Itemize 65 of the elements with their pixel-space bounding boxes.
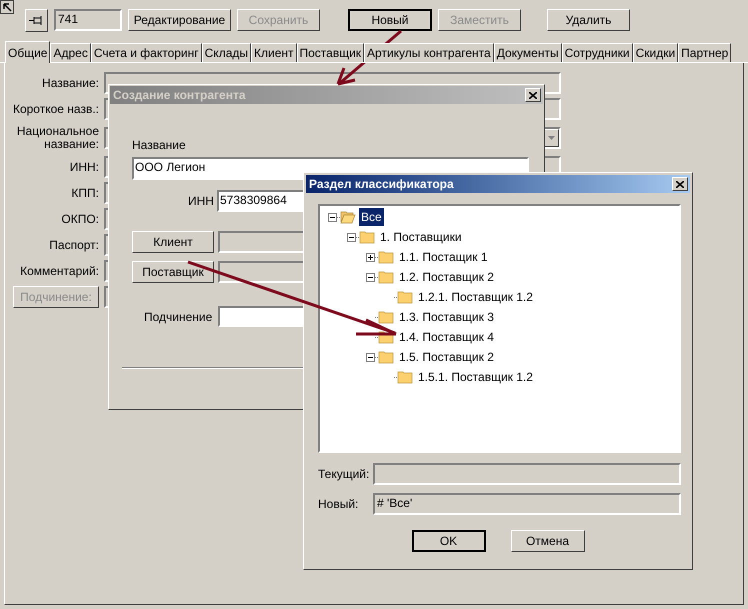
tree-item[interactable]: 1. Поставщики — [378, 228, 464, 246]
folder-icon — [397, 370, 413, 384]
collapse-icon[interactable] — [347, 232, 356, 242]
tree-item[interactable]: Все — [359, 208, 384, 226]
tab[interactable]: Склады — [202, 43, 251, 62]
tree-item[interactable]: 1.3. Поставщик 3 — [397, 308, 496, 326]
restore-button[interactable] — [0, 0, 14, 14]
tab[interactable]: Сотрудники — [562, 43, 633, 62]
tab[interactable]: Счета и факторинг — [90, 43, 202, 62]
field-label: ИНН: — [68, 160, 99, 174]
field-label: ОКПО: — [60, 212, 99, 226]
field-label: Короткое назв.: — [12, 102, 99, 116]
record-id-field[interactable]: 741 — [54, 9, 122, 31]
folder-icon — [378, 250, 394, 264]
tree-item[interactable]: 1.1. Постащик 1 — [397, 248, 490, 266]
field-label: Название — [132, 137, 187, 154]
field-label: Текущий: — [318, 466, 370, 483]
field-label: Комментарий: — [19, 264, 99, 278]
folder-icon — [378, 310, 394, 324]
current-field[interactable] — [373, 463, 681, 485]
field-label: КПП: — [70, 186, 99, 200]
open-folder-icon — [340, 210, 356, 224]
field-label: ИНН — [188, 193, 215, 210]
tree-item[interactable]: 1.5.1. Поставщик 1.2 — [416, 368, 535, 386]
collapse-icon[interactable] — [366, 272, 375, 282]
new-field[interactable]: # 'Все' — [373, 493, 681, 515]
tab[interactable]: Артикулы контрагента — [364, 43, 494, 62]
tab[interactable]: Клиент — [251, 43, 296, 62]
field-label: Паспорт: — [48, 238, 99, 252]
field-label: Новый: — [318, 496, 360, 513]
caret-icon — [548, 136, 554, 140]
tab[interactable]: Скидки — [632, 43, 678, 62]
field-label: Название: — [41, 76, 99, 90]
tree-item[interactable]: 1.4. Поставщик 4 — [397, 328, 496, 346]
folder-icon — [378, 350, 394, 364]
pin-button[interactable] — [25, 8, 48, 32]
cancel-button[interactable]: Отмена — [510, 530, 584, 552]
close-button[interactable] — [525, 88, 541, 102]
collapse-icon[interactable] — [366, 352, 375, 362]
tab[interactable]: Документы — [494, 43, 562, 62]
tab[interactable]: Партнер — [678, 43, 732, 62]
supplier-button[interactable]: Поставщик — [132, 261, 214, 283]
ok-button[interactable]: OK — [412, 530, 486, 552]
tree-item[interactable]: 1.2. Поставщик 2 — [397, 268, 496, 286]
arrow-icon — [2, 2, 12, 12]
tree-item[interactable]: 1.2.1. Поставщик 1.2 — [416, 288, 535, 306]
toolbar-button[interactable]: Новый — [348, 9, 432, 31]
close-button[interactable] — [672, 177, 688, 191]
dialog-title: Создание контрагента — [113, 87, 246, 104]
expand-icon[interactable] — [366, 252, 375, 262]
field-label: Национальное название: — [16, 125, 99, 151]
folder-icon — [397, 290, 413, 304]
tab[interactable]: Поставщик — [296, 43, 364, 62]
tab[interactable]: Адрес — [50, 43, 91, 62]
toolbar-button[interactable]: Редактирование — [128, 9, 231, 31]
client-button[interactable]: Клиент — [132, 231, 214, 253]
collapse-icon[interactable] — [328, 212, 337, 222]
pin-icon — [29, 16, 44, 24]
close-icon — [529, 92, 537, 98]
field-label: Подчинение — [144, 308, 214, 326]
close-icon — [676, 180, 684, 188]
folder-icon — [378, 270, 394, 284]
tab[interactable]: Общие — [5, 41, 50, 63]
tree-item[interactable]: 1.5. Поставщик 2 — [397, 348, 496, 366]
toolbar-button[interactable]: Удалить — [547, 9, 630, 31]
